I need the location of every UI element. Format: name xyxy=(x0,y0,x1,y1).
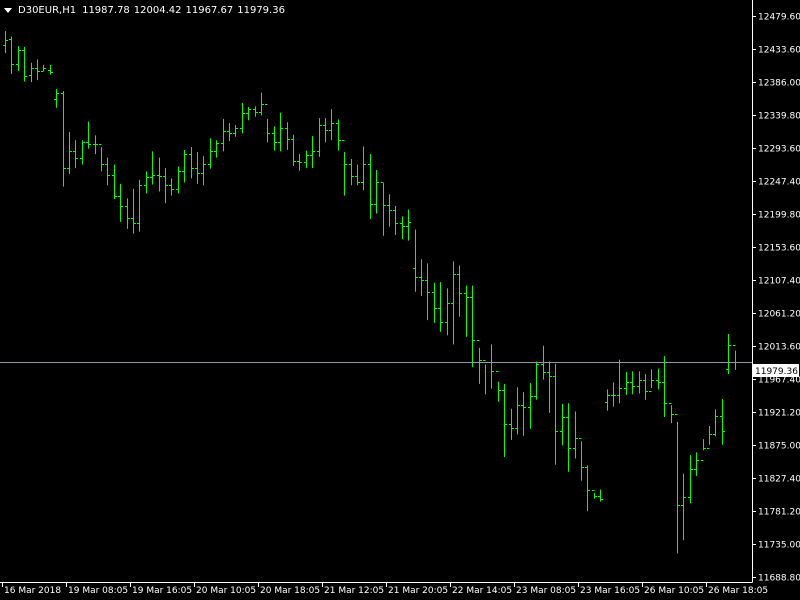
time-tick-label: 26 Mar 10:05 xyxy=(644,586,704,596)
dropdown-triangle-icon[interactable] xyxy=(4,8,12,13)
price-tick-label: 12061.20 xyxy=(758,310,800,320)
time-tick-label: 21 Mar 12:05 xyxy=(324,586,384,596)
price-tick-label: 11875.00 xyxy=(758,442,800,452)
time-axis[interactable]: 16 Mar 2018 19 Mar 08:05 19 Mar 16:05 20 Ma… xyxy=(2,582,769,596)
price-tick-label: 11781.20 xyxy=(758,508,800,518)
time-tick-label: 20 Mar 18:05 xyxy=(260,586,320,596)
symbol-label: D30EUR,H1 xyxy=(18,5,77,16)
price-tick-label: 12479.60 xyxy=(758,13,800,23)
svg-text:11979.36: 11979.36 xyxy=(755,367,798,377)
low-value: 11967.67 xyxy=(185,5,234,16)
price-tick-label: 11827.40 xyxy=(758,475,800,485)
open-value: 11987.78 xyxy=(82,5,130,16)
price-chart[interactable]: 12479.60 12433.60 12386.00 12339.80 12293.60… xyxy=(0,0,800,600)
time-tick-label: 26 Mar 18:05 xyxy=(708,586,768,596)
time-tick-label: 22 Mar 14:05 xyxy=(452,586,512,596)
time-tick-label: 19 Mar 08:05 xyxy=(68,586,128,596)
price-tick-label: 12199.80 xyxy=(758,211,800,221)
price-tick-label: 12107.40 xyxy=(758,277,800,287)
price-tick-label: 12293.60 xyxy=(758,145,800,155)
price-tick-label: 11735.00 xyxy=(758,541,800,551)
time-tick-label: 16 Mar 2018 xyxy=(4,586,61,596)
time-tick-label: 19 Mar 16:05 xyxy=(132,586,192,596)
time-tick-label: 20 Mar 10:05 xyxy=(196,586,256,596)
close-value: 11979.36 xyxy=(237,5,285,16)
price-tick-label: 12433.60 xyxy=(758,46,800,56)
time-tick-label: 21 Mar 20:05 xyxy=(388,586,448,596)
time-tick-label: 23 Mar 08:05 xyxy=(516,586,576,596)
price-axis[interactable]: 12479.60 12433.60 12386.00 12339.80 12293.60… xyxy=(752,13,800,584)
chart-plot-area xyxy=(0,0,752,582)
price-tick-label: 12386.00 xyxy=(758,79,800,89)
price-tick-label: 12153.60 xyxy=(758,244,800,254)
price-tick-label: 12339.80 xyxy=(758,112,800,122)
high-value: 12004.42 xyxy=(133,5,182,16)
price-tick-label: 12013.60 xyxy=(758,343,800,353)
price-tick-label: 11688.80 xyxy=(758,574,800,584)
current-price-tag: 11979.36 xyxy=(752,364,799,377)
price-tick-label: 12247.40 xyxy=(758,178,800,188)
price-tick-label: 11921.20 xyxy=(758,409,800,419)
time-tick-label: 23 Mar 16:05 xyxy=(580,586,640,596)
chart-header: D30EUR,H1 11987.78 12004.42 11967.67 119… xyxy=(4,5,289,16)
